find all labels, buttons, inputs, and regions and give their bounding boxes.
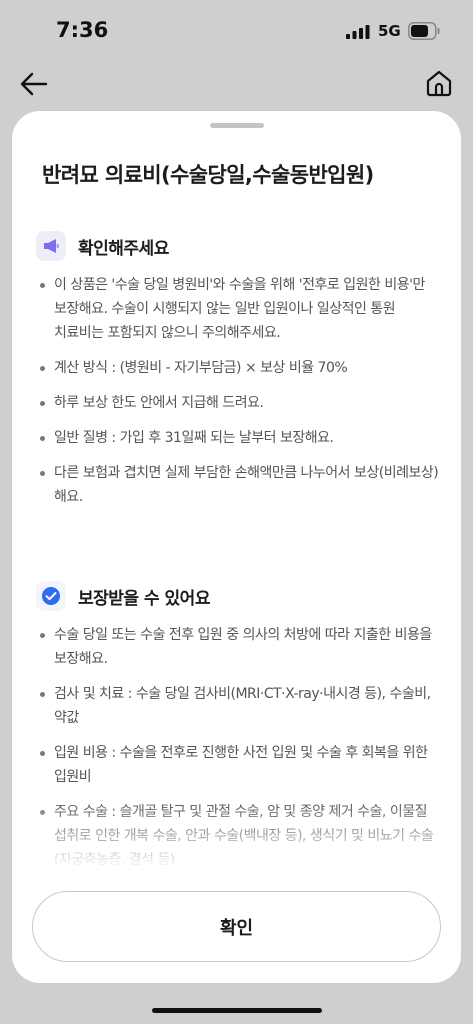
back-arrow-icon: [20, 72, 48, 96]
list-item: 검사 및 치료 : 수술 당일 검사비(MRI·CT·X-ray·내시경 등),…: [40, 682, 440, 730]
list-item: 일반 질병 : 가입 후 31일째 되는 날부터 보장해요.: [40, 426, 440, 450]
notice-list: 이 상품은 '수술 당일 병원비'와 수술을 위해 '전후로 입원한 비용'만 …: [40, 273, 440, 520]
coverage-list: 수술 당일 또는 수술 전후 입원 중 의사의 처방에 따라 지출한 비용을 보…: [40, 623, 440, 871]
list-item: 수술 당일 또는 수술 전후 입원 중 의사의 처방에 따라 지출한 비용을 보…: [40, 623, 440, 671]
signal-icon: [346, 25, 370, 39]
home-indicator[interactable]: [152, 1008, 322, 1013]
list-item: 주요 수술 : 슬개골 탈구 및 관절 수술, 암 및 종양 제거 수술, 이물…: [40, 800, 440, 871]
status-bar: 7:36 5G: [0, 0, 473, 62]
sheet-scroll-content[interactable]: 확인해주세요 이 상품은 '수술 당일 병원비'와 수술을 위해 '전후로 입원…: [12, 221, 461, 871]
battery-icon: [408, 22, 440, 40]
list-item: 계산 방식 : (병원비 - 자기부담금) × 보상 비율 70%: [40, 356, 440, 380]
sheet-title: 반려묘 의료비(수술당일,수술동반입원): [42, 163, 374, 187]
back-button[interactable]: [18, 68, 50, 100]
status-time: 7:36: [56, 18, 109, 42]
network-label: 5G: [378, 22, 401, 40]
list-item: 하루 보상 한도 안에서 지급해 드려요.: [40, 391, 440, 415]
section-title-notice: 확인해주세요: [78, 238, 169, 259]
list-item: 입원 비용 : 수술을 전후로 진행한 사전 입원 및 수술 후 회복을 위한 …: [40, 741, 440, 789]
list-item: 다른 보험과 겹치면 실제 부담한 손해액만큼 나누어서 보상(비례보상)해요.: [40, 461, 440, 509]
check-circle-icon: [36, 581, 66, 611]
section-title-coverage: 보장받을 수 있어요: [78, 588, 210, 609]
list-item: 이 상품은 '수술 당일 병원비'와 수술을 위해 '전후로 입원한 비용'만 …: [40, 273, 440, 345]
confirm-button[interactable]: 확인: [32, 891, 441, 962]
bottom-sheet: 반려묘 의료비(수술당일,수술동반입원) 확인해주세요 이 상품은 '수술 당일…: [12, 111, 461, 983]
home-icon: [426, 70, 452, 97]
home-button[interactable]: [424, 68, 454, 98]
megaphone-icon: [36, 231, 66, 261]
section-header-coverage: 보장받을 수 있어요: [36, 581, 210, 611]
sheet-drag-handle[interactable]: [210, 123, 264, 128]
section-header-notice: 확인해주세요: [36, 231, 169, 261]
